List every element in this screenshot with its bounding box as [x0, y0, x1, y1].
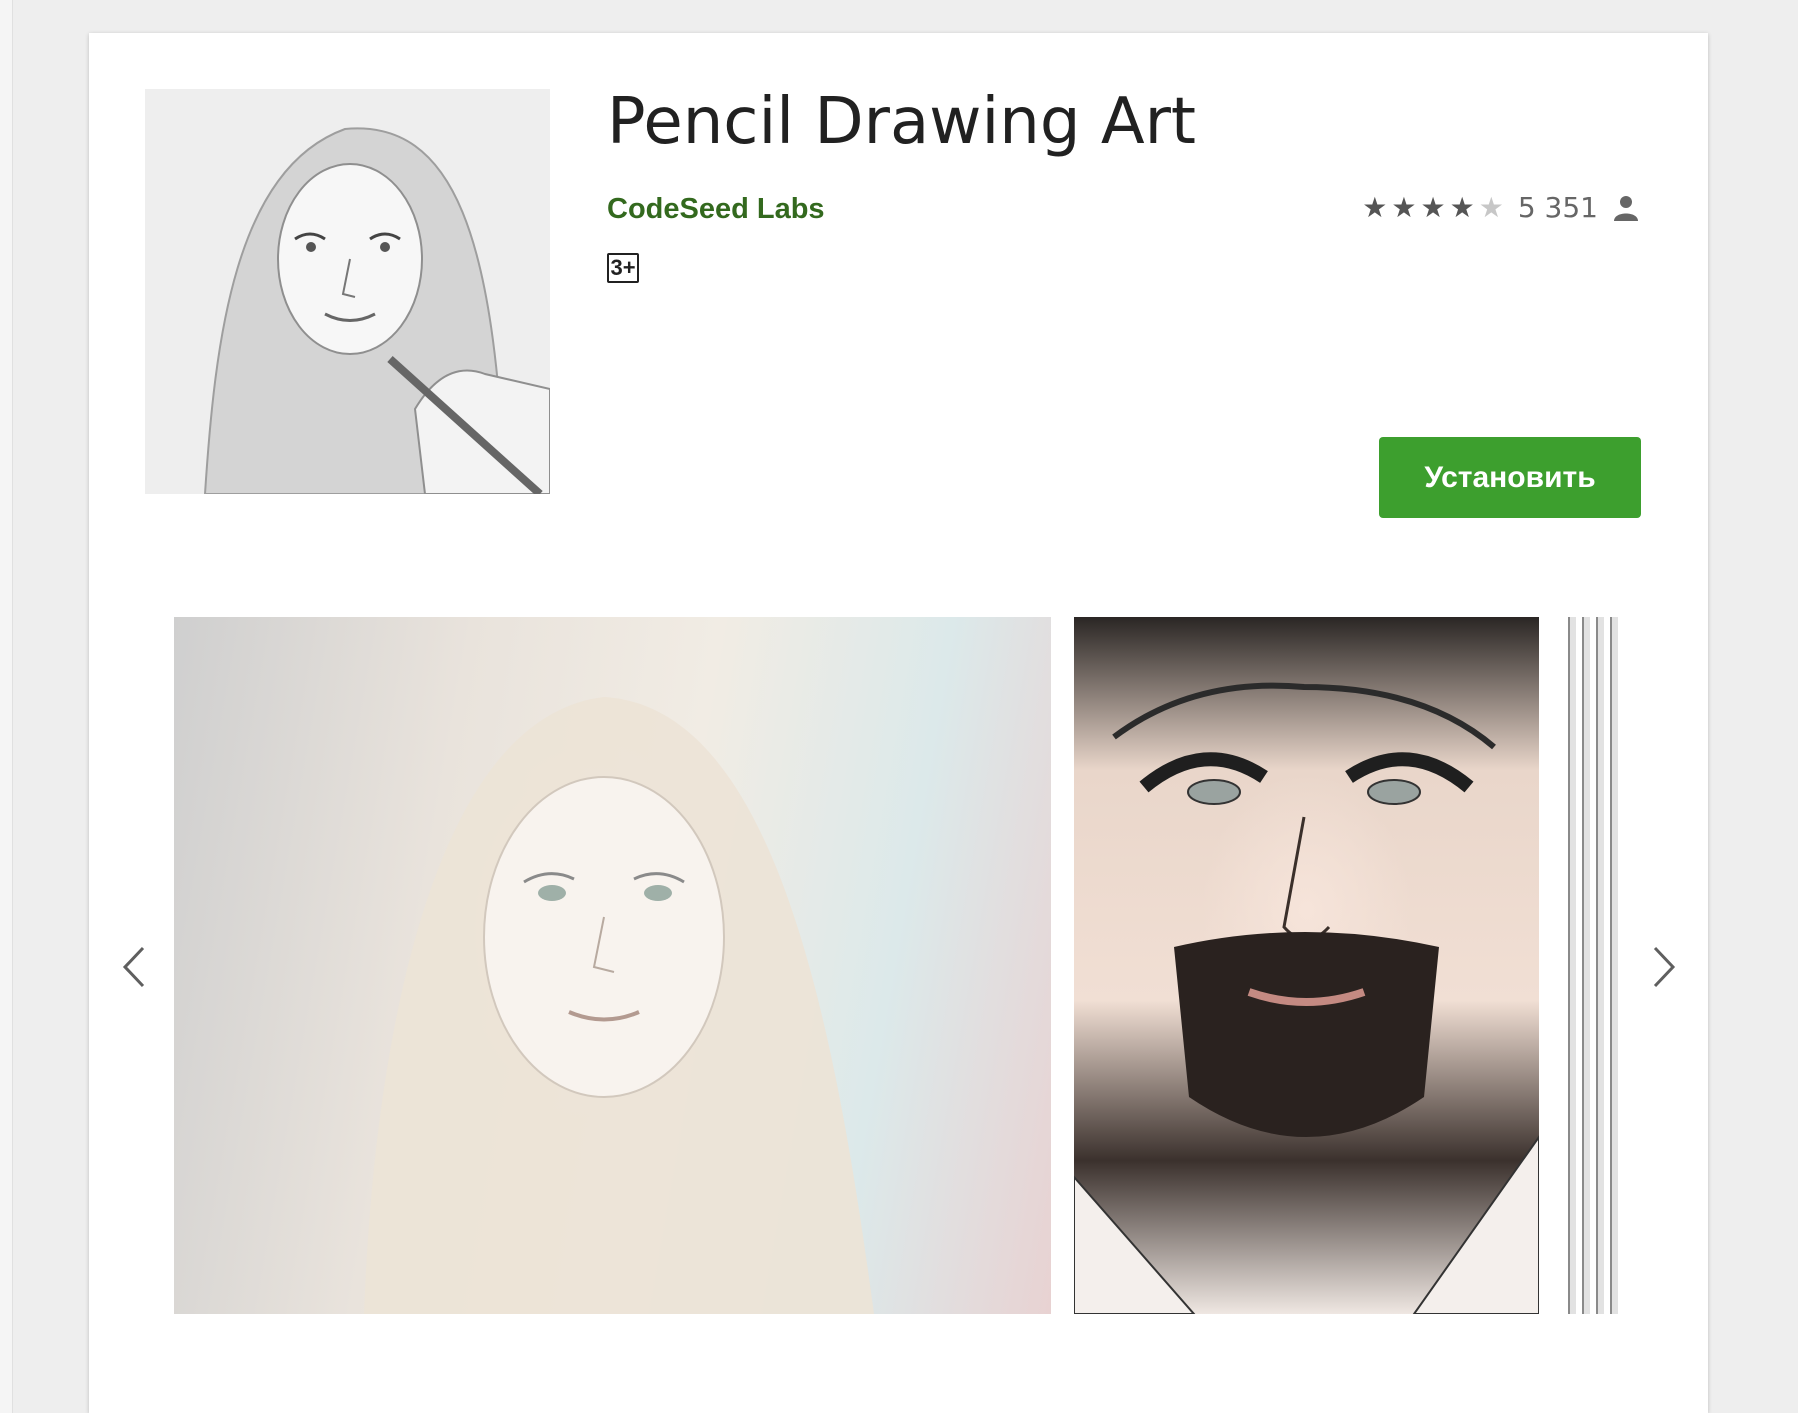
- app-title: Pencil Drawing Art: [607, 85, 1196, 159]
- star-filled-icon: ★: [1362, 191, 1388, 223]
- chevron-right-icon: [1653, 946, 1676, 987]
- left-panel-edge: [0, 0, 13, 1413]
- screenshot-3[interactable]: [1562, 617, 1624, 1314]
- rating-count: 5 351: [1517, 191, 1598, 224]
- person-icon: [1614, 195, 1638, 221]
- install-button[interactable]: Установить: [1379, 437, 1641, 518]
- screenshot-1[interactable]: [174, 617, 1051, 1314]
- star-filled-icon: ★: [1420, 191, 1446, 223]
- app-details-card: Pencil Drawing Art CodeSeed Labs ★ ★ ★ ★…: [89, 33, 1708, 1413]
- age-rating-badge: 3+: [607, 253, 639, 283]
- carousel-prev-button[interactable]: [114, 943, 154, 993]
- chevron-left-icon: [122, 946, 145, 987]
- star-filled-icon: ★: [1449, 191, 1475, 223]
- app-icon: [145, 89, 550, 494]
- screenshot-carousel: [174, 617, 1624, 1314]
- developer-link[interactable]: CodeSeed Labs: [607, 193, 825, 226]
- rating-summary: ★ ★ ★ ★ ★ 5 351: [1362, 191, 1638, 224]
- star-filled-icon: ★: [1391, 191, 1417, 223]
- star-empty-icon: ★: [1478, 191, 1504, 223]
- screenshot-2[interactable]: [1074, 617, 1539, 1314]
- screenshot-1-illustration: [364, 697, 874, 1314]
- screenshot-2-illustration: [1074, 682, 1539, 1314]
- carousel-next-button[interactable]: [1644, 943, 1684, 993]
- app-icon-illustration: [145, 89, 550, 494]
